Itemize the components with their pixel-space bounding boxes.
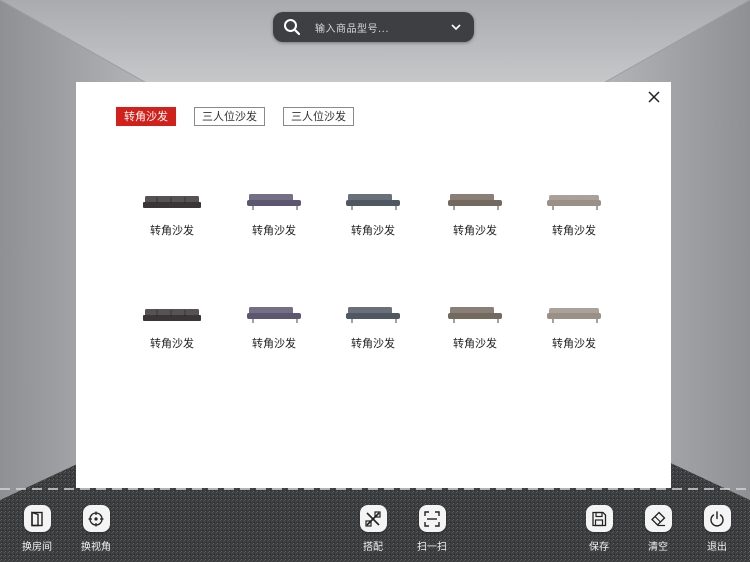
clear-label: 清空 <box>648 542 668 553</box>
sofa-thumbnail <box>547 195 601 210</box>
search-bar[interactable]: 输入商品型号... <box>273 12 474 42</box>
product-card[interactable]: 转角沙发 <box>341 303 405 351</box>
sofa-thumbnail <box>247 194 301 210</box>
product-card[interactable]: 转角沙发 <box>542 303 606 351</box>
sofa-thumbnail <box>143 196 201 208</box>
scan-icon[interactable] <box>418 505 446 532</box>
product-card[interactable]: 转角沙发 <box>242 190 306 238</box>
product-card[interactable]: 转角沙发 <box>140 190 204 238</box>
product-picker-modal: 转角沙发 三人位沙发 三人位沙发 转角沙发 转角沙发 转角沙发 转角沙发 转角沙… <box>76 82 671 488</box>
search-input[interactable]: 输入商品型号... <box>315 20 450 35</box>
category-tabs: 转角沙发 三人位沙发 三人位沙发 <box>116 107 354 126</box>
product-label: 转角沙发 <box>150 337 194 350</box>
product-label: 转角沙发 <box>552 337 596 350</box>
product-label: 转角沙发 <box>252 224 296 237</box>
product-label: 转角沙发 <box>453 337 497 350</box>
scan-button[interactable]: 扫一扫 <box>407 505 457 553</box>
change-view-button[interactable]: 换视角 <box>71 505 121 553</box>
exit-button[interactable]: 退出 <box>692 505 742 553</box>
product-label: 转角沙发 <box>351 337 395 350</box>
tab-three-seat-sofa-2[interactable]: 三人位沙发 <box>283 107 354 126</box>
match-button[interactable]: 搭配 <box>348 505 398 553</box>
sofa-thumbnail <box>247 307 301 323</box>
bottom-toolbar: 换房间 换视角 搭配 扫一扫 保存 清空 退出 <box>0 492 750 562</box>
sofa-thumbnail <box>547 308 601 323</box>
clear-button[interactable]: 清空 <box>633 505 683 553</box>
product-label: 转角沙发 <box>252 337 296 350</box>
product-card[interactable]: 转角沙发 <box>242 303 306 351</box>
close-icon[interactable] <box>647 90 661 104</box>
product-card[interactable]: 转角沙发 <box>443 303 507 351</box>
door-icon[interactable] <box>23 505 51 532</box>
product-card[interactable]: 转角沙发 <box>140 303 204 351</box>
crosshair-icon[interactable] <box>82 505 110 532</box>
change-room-label: 换房间 <box>22 542 52 553</box>
product-label: 转角沙发 <box>351 224 395 237</box>
change-view-label: 换视角 <box>81 542 111 553</box>
scan-label: 扫一扫 <box>417 542 447 553</box>
sofa-thumbnail <box>448 194 502 210</box>
exit-label: 退出 <box>707 542 727 553</box>
match-icon[interactable] <box>359 505 387 532</box>
save-label: 保存 <box>589 542 609 553</box>
product-label: 转角沙发 <box>453 224 497 237</box>
product-label: 转角沙发 <box>552 224 596 237</box>
sofa-thumbnail <box>143 309 201 321</box>
product-label: 转角沙发 <box>150 224 194 237</box>
product-card[interactable]: 转角沙发 <box>443 190 507 238</box>
product-card[interactable]: 转角沙发 <box>341 190 405 238</box>
change-room-button[interactable]: 换房间 <box>12 505 62 553</box>
sofa-thumbnail <box>346 194 400 210</box>
search-icon[interactable] <box>283 18 301 36</box>
tab-three-seat-sofa[interactable]: 三人位沙发 <box>194 107 265 126</box>
chevron-down-icon[interactable] <box>450 21 462 33</box>
save-button[interactable]: 保存 <box>574 505 624 553</box>
sofa-thumbnail <box>448 307 502 323</box>
product-card[interactable]: 转角沙发 <box>542 190 606 238</box>
eraser-icon[interactable] <box>644 505 672 532</box>
sofa-thumbnail <box>346 307 400 323</box>
tab-corner-sofa[interactable]: 转角沙发 <box>116 107 176 126</box>
match-label: 搭配 <box>363 542 383 553</box>
power-icon[interactable] <box>703 505 731 532</box>
save-icon[interactable] <box>585 505 613 532</box>
